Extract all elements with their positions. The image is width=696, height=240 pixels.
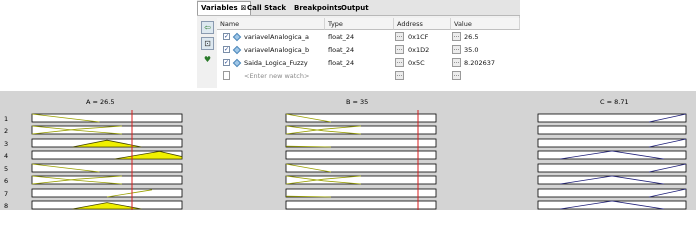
- address-browse-button[interactable]: ...: [395, 32, 404, 41]
- panel-b-row-box: [285, 150, 437, 160]
- watch-row[interactable]: ✓ variavelAnalogica_a float_24 ... 0x1CF…: [217, 31, 520, 43]
- column-header-name[interactable]: Name: [217, 18, 325, 30]
- panel-a-row-box: [31, 113, 183, 123]
- variable-icon: [232, 58, 242, 68]
- column-header-address[interactable]: Address: [394, 18, 451, 30]
- value-browse-button[interactable]: ...: [452, 71, 461, 80]
- panel-b-row-box: [285, 188, 437, 198]
- watch-name: variavelAnalogica_a: [244, 33, 309, 41]
- watch-toolbar: ⇦ ⊡ ♥: [197, 16, 217, 88]
- watch-address: 0x1CF: [408, 33, 429, 41]
- watch-address: 0x5C: [408, 59, 425, 67]
- fuzzy-panel: A = 26.5 B = 35 C = 8.71 1 2 3 4 5 6 7 8: [0, 91, 696, 210]
- panel-a-row-box: [31, 188, 183, 198]
- watch-type: float_24: [328, 46, 355, 54]
- panel-c-row-box: [537, 163, 687, 173]
- tab-call-stack-label: Call Stack: [247, 4, 287, 12]
- column-header-name-label: Name: [220, 20, 240, 28]
- new-watch-icon: [223, 71, 230, 80]
- panel-c-row-box: [537, 150, 687, 160]
- value-browse-button[interactable]: ...: [452, 45, 461, 54]
- panel-c-row-box: [537, 175, 687, 185]
- tab-breakpoints[interactable]: Breakpoints: [291, 2, 345, 15]
- watch-name: Saida_Logica_Fuzzy: [244, 59, 308, 67]
- variable-icon: [232, 45, 242, 55]
- watch-type: float_24: [328, 59, 355, 67]
- watch-grid: Name Type Address Value ✓ variavelAnalog…: [217, 18, 520, 88]
- watch-row[interactable]: ✓ variavelAnalogica_b float_24 ... 0x1D2…: [217, 44, 520, 56]
- panel-c-row-box: [537, 113, 687, 123]
- address-browse-button[interactable]: ...: [395, 58, 404, 67]
- tab-output[interactable]: Output: [338, 2, 372, 15]
- watch-row[interactable]: ✓ Saida_Logica_Fuzzy float_24 ... 0x5C .…: [217, 57, 520, 69]
- fuzzy-membership-graphs: [31, 110, 687, 210]
- panel-b-row-box: [285, 138, 437, 148]
- tab-breakpoints-label: Breakpoints: [294, 4, 342, 12]
- tab-variables[interactable]: Variables ⊠: [197, 1, 251, 15]
- watch-name: variavelAnalogica_b: [244, 46, 310, 54]
- tab-output-label: Output: [341, 4, 369, 12]
- watch-type: float_24: [328, 33, 355, 41]
- column-header-address-label: Address: [397, 20, 423, 28]
- address-browse-button[interactable]: ...: [395, 45, 404, 54]
- variable-icon: [232, 32, 242, 42]
- address-browse-button[interactable]: ...: [395, 71, 404, 80]
- watch-enable-checkbox[interactable]: ✓: [223, 33, 230, 40]
- panel-c-row-box: [537, 200, 687, 210]
- watch-value[interactable]: 8.202637: [464, 57, 495, 69]
- new-watch-row[interactable]: <Enter new watch> ... ...: [217, 70, 520, 82]
- tab-call-stack[interactable]: Call Stack: [244, 2, 289, 15]
- panel-c-row-box: [537, 188, 687, 198]
- add-watch-icon[interactable]: ⇦: [201, 21, 214, 34]
- watch-tab-bar: Variables ⊠ Call Stack Breakpoints Output: [197, 0, 520, 16]
- column-header-value[interactable]: Value: [451, 18, 520, 30]
- panel-b-row-box: [285, 125, 437, 135]
- remove-watch-icon[interactable]: ⊡: [201, 37, 214, 50]
- panel-b-row-box: [285, 200, 437, 210]
- panel-b-row-box: [285, 175, 437, 185]
- watch-window: Variables ⊠ Call Stack Breakpoints Output…: [197, 0, 520, 88]
- watch-value[interactable]: 35.0: [464, 44, 478, 56]
- watch-address: 0x1D2: [408, 46, 430, 54]
- tab-variables-label: Variables: [201, 4, 238, 12]
- new-watch-input[interactable]: <Enter new watch>: [244, 70, 309, 82]
- watch-enable-checkbox[interactable]: ✓: [223, 46, 230, 53]
- column-header-value-label: Value: [454, 20, 472, 28]
- watch-enable-checkbox[interactable]: ✓: [223, 59, 230, 66]
- panel-a-row-box: [31, 163, 183, 173]
- column-header-type[interactable]: Type: [325, 18, 394, 30]
- column-header-type-label: Type: [328, 20, 343, 28]
- panel-c-row-box: [537, 125, 687, 135]
- watch-properties-icon[interactable]: ♥: [201, 53, 214, 66]
- watch-value[interactable]: 26.5: [464, 31, 478, 43]
- value-browse-button[interactable]: ...: [452, 32, 461, 41]
- panel-c-row-box: [537, 138, 687, 148]
- value-browse-button[interactable]: ...: [452, 58, 461, 67]
